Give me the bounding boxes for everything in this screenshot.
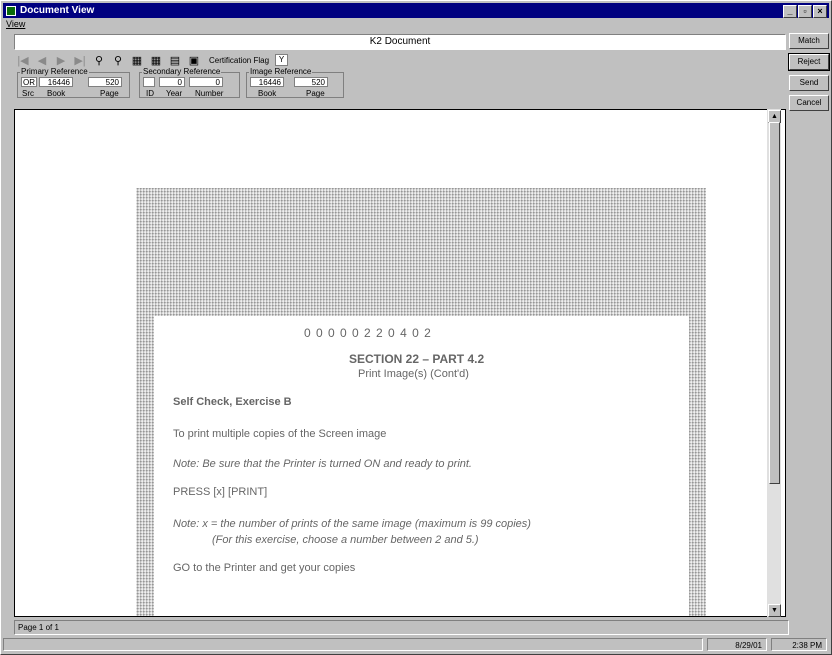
menu-view[interactable]: View: [6, 19, 25, 29]
maximize-icon[interactable]: ▫: [798, 5, 812, 18]
first-page-icon[interactable]: |◀: [15, 53, 31, 67]
secondary-number-field[interactable]: 0: [189, 77, 223, 87]
menu-bar: View: [3, 19, 25, 32]
zoom-out-icon[interactable]: ⚲: [110, 53, 126, 67]
certification-flag-field[interactable]: Y: [275, 54, 289, 66]
rotate-right-icon[interactable]: ▦: [148, 53, 164, 67]
secondary-id-label: ID: [146, 89, 154, 98]
document-note2a: Note: x = the number of prints of the sa…: [173, 518, 531, 530]
certification-flag-label: Certification Flag: [209, 55, 270, 65]
primary-reference-legend: Primary Reference: [21, 67, 88, 76]
image-page-field[interactable]: 520: [294, 77, 328, 87]
send-button[interactable]: Send: [789, 75, 829, 91]
secondary-id-field[interactable]: [143, 77, 155, 87]
image-page-label: Page: [306, 89, 325, 98]
document-line1: To print multiple copies of the Screen i…: [173, 428, 387, 440]
app-icon: [6, 5, 16, 16]
match-button[interactable]: Match: [789, 33, 829, 49]
toolbar: |◀ ◀ ▶ ▶| ⚲ ⚲ ▦ ▦ ▤ ▣ Certification Flag…: [15, 52, 289, 68]
document-heading: Self Check, Exercise B: [173, 396, 292, 408]
scroll-down-icon[interactable]: ▼: [768, 604, 781, 617]
document-paper: 0 0 0 0 0 2 2 0 4 0 2 SECTION 22 – PART …: [154, 316, 689, 616]
status-date: 8/29/01: [707, 638, 767, 651]
document-title-field: K2 Document: [14, 34, 786, 50]
title-bar: Document View _ ▫ ×: [3, 3, 829, 18]
document-view-window: Document View _ ▫ × View K2 Document |◀ …: [0, 0, 832, 655]
document-press: PRESS [x] [PRINT]: [173, 486, 268, 498]
primary-src-field[interactable]: OR: [21, 77, 37, 87]
primary-page-label: Page: [100, 89, 119, 98]
prev-page-icon[interactable]: ◀: [34, 53, 50, 67]
next-page-icon[interactable]: ▶: [53, 53, 69, 67]
image-book-field[interactable]: 16446: [250, 77, 284, 87]
primary-src-label: Src: [22, 89, 34, 98]
scrollbar-thumb[interactable]: [769, 122, 780, 484]
primary-page-field[interactable]: 520: [88, 77, 122, 87]
zoom-in-icon[interactable]: ⚲: [91, 53, 107, 67]
rotate-left-icon[interactable]: ▦: [129, 53, 145, 67]
window-title: Document View: [20, 5, 95, 16]
secondary-year-field[interactable]: 0: [159, 77, 185, 87]
vertical-scrollbar[interactable]: ▲ ▼: [767, 109, 781, 617]
document-note2b: (For this exercise, choose a number betw…: [212, 534, 479, 546]
cancel-button[interactable]: Cancel: [789, 95, 829, 111]
secondary-number-label: Number: [195, 89, 224, 98]
page-indicator: Page 1 of 1: [14, 620, 789, 635]
document-note1: Note: Be sure that the Printer is turned…: [173, 458, 472, 470]
scanned-document-image: 0 0 0 0 0 2 2 0 4 0 2 SECTION 22 – PART …: [136, 188, 706, 616]
close-icon[interactable]: ×: [813, 5, 827, 18]
fit-width-icon[interactable]: ▤: [167, 53, 183, 67]
status-pane-main: [3, 638, 703, 651]
primary-book-field[interactable]: 16446: [39, 77, 73, 87]
reject-button[interactable]: Reject: [788, 53, 830, 71]
status-bar: 8/29/01 2:38 PM: [3, 638, 829, 653]
document-line2: GO to the Printer and get your copies: [173, 562, 356, 574]
document-number: 0 0 0 0 0 2 2 0 4 0 2: [304, 326, 432, 340]
image-reference-legend: Image Reference: [250, 67, 312, 76]
primary-book-label: Book: [47, 89, 66, 98]
minimize-icon[interactable]: _: [783, 5, 797, 18]
image-viewer[interactable]: 0 0 0 0 0 2 2 0 4 0 2 SECTION 22 – PART …: [14, 109, 786, 617]
secondary-year-label: Year: [166, 89, 183, 98]
last-page-icon[interactable]: ▶|: [72, 53, 88, 67]
image-book-label: Book: [258, 89, 277, 98]
document-section: SECTION 22 – PART 4.2: [349, 352, 485, 366]
status-time: 2:38 PM: [771, 638, 827, 651]
secondary-reference-legend: Secondary Reference: [143, 67, 221, 76]
document-subtitle: Print Image(s) (Cont'd): [358, 368, 469, 380]
fit-page-icon[interactable]: ▣: [186, 53, 202, 67]
